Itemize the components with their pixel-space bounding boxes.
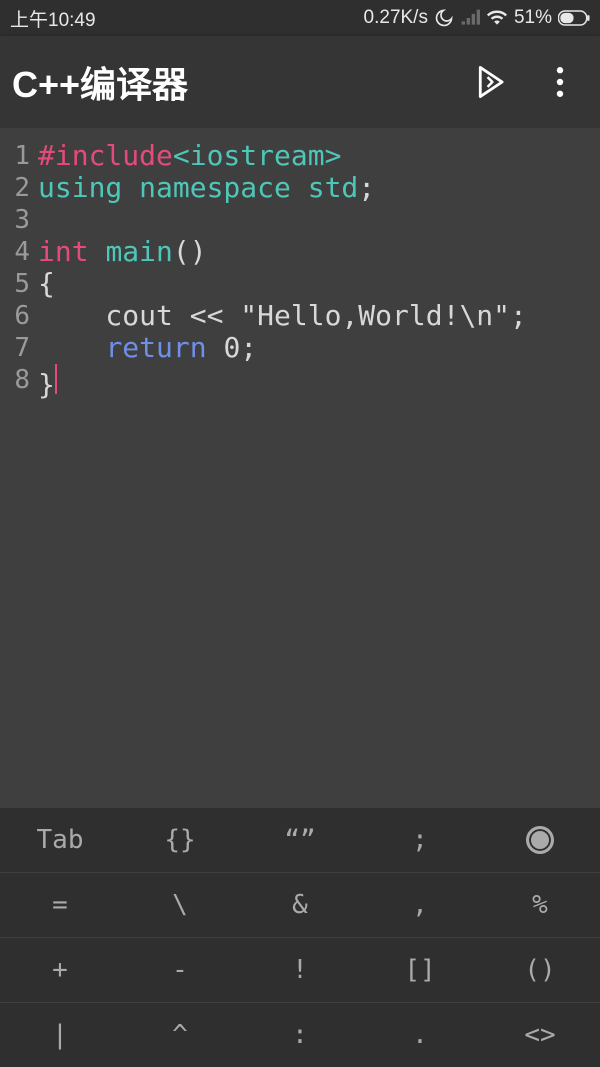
key-symsym[interactable]: “”	[240, 808, 360, 872]
run-icon	[475, 65, 505, 99]
dots-vertical-icon	[556, 67, 564, 97]
code-content: return 0;	[38, 332, 257, 364]
code-line: 2using namespace std;	[6, 172, 600, 204]
code-line: 8}	[6, 364, 600, 401]
code-editor[interactable]: 1#include<iostream>2using namespace std;…	[0, 128, 600, 807]
code-line: 1#include<iostream>	[6, 140, 600, 172]
key-sym[interactable]: -	[120, 938, 240, 1002]
app-actions	[470, 62, 580, 102]
key-sym[interactable]: |	[0, 1003, 120, 1067]
key-Tab[interactable]: Tab	[0, 808, 120, 872]
code-line: 6 cout << "Hello,World!\n";	[6, 300, 600, 332]
status-bar: 上午10:49 0.27K/s 51%	[0, 0, 600, 36]
battery-icon	[558, 10, 590, 26]
wifi-icon	[486, 8, 508, 28]
key-sym[interactable]: \	[120, 873, 240, 937]
key-row: |^:.<>	[0, 1002, 600, 1067]
line-number: 2	[6, 172, 30, 204]
run-button[interactable]	[470, 62, 510, 102]
menu-overflow-button[interactable]	[540, 62, 580, 102]
key-symsym[interactable]: []	[360, 938, 480, 1002]
status-netspeed: 0.27K/s	[364, 7, 428, 29]
key-sym[interactable]: ,	[360, 873, 480, 937]
line-number: 4	[6, 236, 30, 268]
key-sym[interactable]: ^	[120, 1003, 240, 1067]
key-sym[interactable]: !	[240, 938, 360, 1002]
code-content: }	[38, 364, 57, 401]
code-line: 4int main()	[6, 236, 600, 268]
key-symsym[interactable]: <>	[480, 1003, 600, 1067]
code-content: int main()	[38, 236, 207, 268]
key-row: +-![]()	[0, 937, 600, 1002]
line-number: 3	[6, 204, 30, 236]
key-symsym[interactable]: ()	[480, 938, 600, 1002]
code-content: {	[38, 268, 55, 300]
key-row: Tab{}“”;	[0, 807, 600, 872]
battery-percent: 51%	[514, 7, 552, 29]
key-sym[interactable]: &	[240, 873, 360, 937]
key-sym[interactable]: .	[360, 1003, 480, 1067]
key-sym[interactable]: :	[240, 1003, 360, 1067]
key-row: =\&,%	[0, 872, 600, 937]
code-line: 3	[6, 204, 600, 236]
line-number: 1	[6, 140, 30, 172]
code-line: 5{	[6, 268, 600, 300]
signal-icon	[460, 8, 480, 28]
key-sym[interactable]: %	[480, 873, 600, 937]
code-content: #include<iostream>	[38, 140, 341, 172]
line-number: 7	[6, 332, 30, 364]
status-right: 0.27K/s 51%	[364, 7, 590, 29]
keyboard-toolbar: Tab{}“”;=\&,%+-![]()|^:.<>	[0, 807, 600, 1067]
key-sym[interactable]: +	[0, 938, 120, 1002]
key-record[interactable]	[480, 808, 600, 872]
key-sym[interactable]: =	[0, 873, 120, 937]
code-line: 7 return 0;	[6, 332, 600, 364]
status-time: 上午10:49	[10, 5, 96, 32]
code-content: using namespace std;	[38, 172, 375, 204]
line-number: 6	[6, 300, 30, 332]
line-number: 8	[6, 364, 30, 401]
key-symsym[interactable]: {}	[120, 808, 240, 872]
line-number: 5	[6, 268, 30, 300]
key-sym[interactable]: ;	[360, 808, 480, 872]
code-content: cout << "Hello,World!\n";	[38, 300, 527, 332]
text-cursor	[55, 364, 57, 394]
app-bar: C++编译器	[0, 36, 600, 128]
moon-icon	[434, 8, 454, 28]
app-title: C++编译器	[12, 56, 470, 108]
